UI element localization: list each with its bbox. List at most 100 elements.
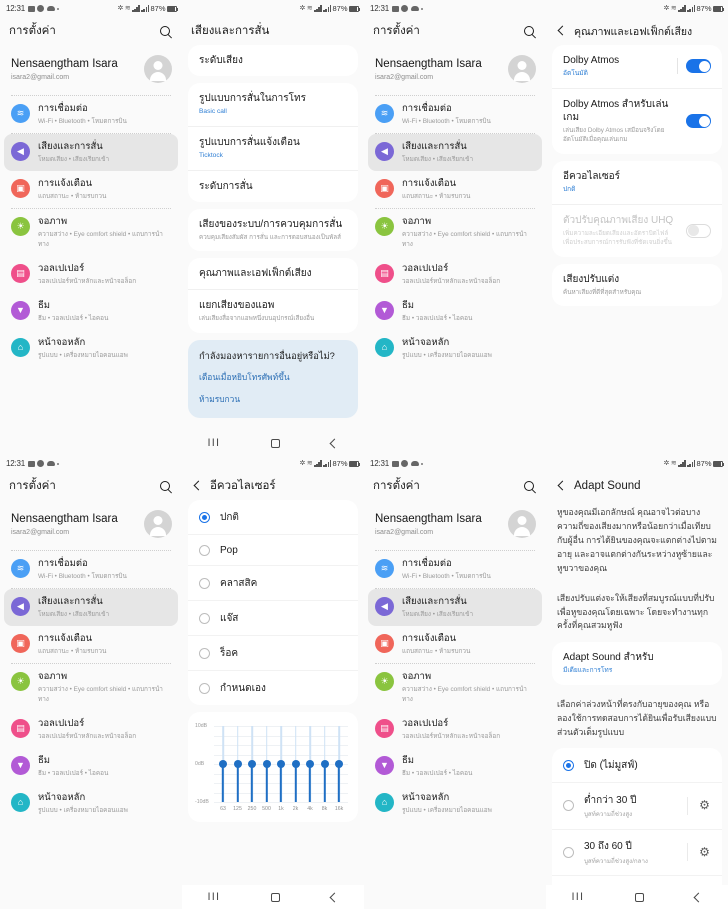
radio-icon[interactable] xyxy=(563,759,574,771)
preset-jazz[interactable]: แจ๊ส xyxy=(188,600,358,635)
home-icon[interactable] xyxy=(635,892,645,902)
row-dolby-atmos[interactable]: Dolby Atmos อัตโนมัติ xyxy=(552,45,722,88)
sidebar-item-home-screen[interactable]: ⌂ หน้าจอหลัก รูปแบบ • เครื่องหมายไอคอนแอ… xyxy=(364,330,546,367)
back-icon[interactable] xyxy=(329,438,340,448)
recents-button[interactable]: III xyxy=(208,437,221,449)
sidebar-item-wallpaper[interactable]: ▤ วอลเปเปอร์ วอลเปเปอร์หน้าหลักและหน้าจอ… xyxy=(0,256,182,293)
settings-body[interactable]: Nensaengtham Isara isara2@gmail.com ≋ กา… xyxy=(0,500,182,909)
radio-icon[interactable] xyxy=(199,612,210,624)
sidebar-item-themes[interactable]: ▼ ธีม ธีม • วอลเปเปอร์ • ไอคอน xyxy=(0,293,182,330)
sidebar-item-sound[interactable]: ◀ เสียงและการสั่น โหมดเสียง • เสียงเรียก… xyxy=(368,589,542,627)
avatar[interactable] xyxy=(508,55,536,83)
search-icon[interactable] xyxy=(522,24,537,39)
back-arrow-icon[interactable] xyxy=(555,22,569,40)
preset-pop[interactable]: Pop xyxy=(188,534,358,565)
sidebar-item-home-screen[interactable]: ⌂ หน้าจอหลัก รูปแบบ • เครื่องหมายไอคอนแอ… xyxy=(0,330,182,367)
row-uhq-upscaler[interactable]: ตัวปรับคุณภาพเสียง UHQ เพิ่มความละเอียดเ… xyxy=(552,203,722,257)
sidebar-item-display[interactable]: ☀ จอภาพ ความสว่าง • Eye comfort shield •… xyxy=(0,209,182,255)
sidebar-item-connections[interactable]: ≋ การเชื่อมต่อ Wi-Fi • Bluetooth • โหมดก… xyxy=(0,551,182,588)
sidebar-item-themes[interactable]: ▼ ธีม ธีม • วอลเปเปอร์ • ไอคอน xyxy=(364,293,546,330)
equalizer-slider[interactable] xyxy=(246,726,258,802)
slider-knob[interactable] xyxy=(262,760,271,768)
dolby-atmos-toggle[interactable] xyxy=(686,59,711,74)
search-icon[interactable] xyxy=(522,479,537,494)
radio-icon[interactable] xyxy=(199,577,210,589)
sidebar-item-themes[interactable]: ▼ ธีม ธีม • วอลเปเปอร์ • ไอคอน xyxy=(364,748,546,785)
gear-icon[interactable]: ⚙ xyxy=(698,799,711,812)
equalizer-slider[interactable] xyxy=(232,726,244,802)
preset-custom[interactable]: กำหนดเอง xyxy=(188,670,358,705)
gear-icon[interactable]: ⚙ xyxy=(698,846,711,859)
account-header[interactable]: Nensaengtham Isara isara2@gmail.com xyxy=(364,500,546,550)
sidebar-item-connections[interactable]: ≋ การเชื่อมต่อ Wi-Fi • Bluetooth • โหมดก… xyxy=(364,96,546,133)
sidebar-item-notifications[interactable]: ▣ การแจ้งเตือน แถบสถานะ • ห้ามรบกวน xyxy=(364,626,546,663)
radio-icon[interactable] xyxy=(563,800,574,812)
equalizer-slider[interactable] xyxy=(275,726,287,802)
equalizer-bands[interactable] xyxy=(214,726,348,802)
preset-classic[interactable]: คลาสสิค xyxy=(188,565,358,600)
row-notification-vibration[interactable]: รูปแบบการสั่นแจ้งเตือน Ticktock xyxy=(188,125,358,170)
avatar[interactable] xyxy=(144,55,172,83)
sidebar-item-display[interactable]: ☀ จอภาพ ความสว่าง • Eye comfort shield •… xyxy=(364,209,546,255)
account-header[interactable]: Nensaengtham Isara isara2@gmail.com xyxy=(0,500,182,550)
equalizer-slider[interactable] xyxy=(290,726,302,802)
slider-knob[interactable] xyxy=(291,760,300,768)
sidebar-item-wallpaper[interactable]: ▤ วอลเปเปอร์ วอลเปเปอร์หน้าหลักและหน้าจอ… xyxy=(364,256,546,293)
row-equalizer[interactable]: อีควอไลเซอร์ ปกติ xyxy=(552,161,722,204)
back-arrow-icon[interactable] xyxy=(555,477,569,495)
avatar[interactable] xyxy=(508,510,536,538)
account-header[interactable]: Nensaengtham Isara isara2@gmail.com xyxy=(0,45,182,95)
slider-knob[interactable] xyxy=(306,760,314,768)
row-call-vibration[interactable]: รูปแบบการสั่นในการโทร Basic call xyxy=(188,83,358,126)
row-adapt-sound[interactable]: เสียงปรับแต่ง ค้นหาเสียงที่ดีที่สุดสำหรั… xyxy=(552,264,722,306)
slider-knob[interactable] xyxy=(277,760,285,768)
sidebar-item-themes[interactable]: ▼ ธีม ธีม • วอลเปเปอร์ • ไอคอน xyxy=(0,748,182,785)
row-dolby-atmos-gaming[interactable]: Dolby Atmos สำหรับเล่นเกม เล่นเสียง Dolb… xyxy=(552,87,722,154)
sidebar-item-sound[interactable]: ◀ เสียงและการสั่น โหมดเสียง • เสียงเรียก… xyxy=(4,589,178,627)
dolby-atmos-gaming-toggle[interactable] xyxy=(686,114,711,129)
settings-body[interactable]: Nensaengtham Isara isara2@gmail.com ≋ กา… xyxy=(0,45,182,455)
row-vibration-intensity[interactable]: ระดับการสั่น xyxy=(188,169,358,202)
sidebar-item-wallpaper[interactable]: ▤ วอลเปเปอร์ วอลเปเปอร์หน้าหลักและหน้าจอ… xyxy=(0,711,182,748)
option-over-60[interactable]: มากกว่า 60 ปี บูสท์ความถี่ทั้งหมด ⚙ xyxy=(552,875,722,885)
slider-knob[interactable] xyxy=(335,760,343,768)
sound-body[interactable]: ระดับเสียง รูปแบบการสั่นในการโทร Basic c… xyxy=(182,45,364,431)
slider-knob[interactable] xyxy=(233,760,242,768)
radio-icon[interactable] xyxy=(199,544,210,556)
back-icon[interactable] xyxy=(693,892,704,902)
suggestion-link-1[interactable]: เตือนเมื่อหยิบโทรศัพท์ขึ้น xyxy=(199,370,347,384)
sound-quality-body[interactable]: Dolby Atmos อัตโนมัติ Dolby Atmos สำหรับ… xyxy=(546,45,728,455)
uhq-upscaler-toggle[interactable] xyxy=(686,223,711,238)
home-icon[interactable] xyxy=(271,892,281,902)
option-30-to-60[interactable]: 30 ถึง 60 ปี บูสท์ความถี่ช่วงสูง/กลาง ⚙ xyxy=(552,828,722,876)
sidebar-item-sound[interactable]: ◀ เสียงและการสั่น โหมดเสียง • เสียงเรียก… xyxy=(4,134,178,172)
preset-rock[interactable]: ร็อค xyxy=(188,635,358,670)
settings-body[interactable]: Nensaengtham Isara isara2@gmail.com ≋ กา… xyxy=(364,45,546,455)
sidebar-item-display[interactable]: ☀ จอภาพ ความสว่าง • Eye comfort shield •… xyxy=(364,664,546,710)
search-icon[interactable] xyxy=(158,24,173,39)
radio-icon[interactable] xyxy=(199,511,210,523)
sidebar-item-home-screen[interactable]: ⌂ หน้าจอหลัก รูปแบบ • เครื่องหมายไอคอนแอ… xyxy=(364,785,546,822)
recents-button[interactable]: III xyxy=(572,891,585,903)
sidebar-item-notifications[interactable]: ▣ การแจ้งเตือน แถบสถานะ • ห้ามรบกวน xyxy=(0,626,182,663)
row-sound-quality-effects[interactable]: คุณภาพและเอฟเฟ็กต์เสียง xyxy=(188,258,358,289)
sidebar-item-connections[interactable]: ≋ การเชื่อมต่อ Wi-Fi • Bluetooth • โหมดก… xyxy=(364,551,546,588)
account-header[interactable]: Nensaengtham Isara isara2@gmail.com xyxy=(364,45,546,95)
equalizer-slider[interactable] xyxy=(261,726,273,802)
avatar[interactable] xyxy=(144,510,172,538)
radio-icon[interactable] xyxy=(563,846,574,858)
home-icon[interactable] xyxy=(271,438,281,448)
radio-icon[interactable] xyxy=(199,647,210,659)
recents-button[interactable]: III xyxy=(208,891,221,903)
radio-icon[interactable] xyxy=(199,682,210,694)
equalizer-body[interactable]: ปกติ Pop คลาสสิค แจ๊ส ร็อค กำหนดเอง 10dB… xyxy=(182,500,364,885)
sidebar-item-notifications[interactable]: ▣ การแจ้งเตือน แถบสถานะ • ห้ามรบกวน xyxy=(364,171,546,208)
equalizer-slider[interactable] xyxy=(217,726,229,802)
sidebar-item-notifications[interactable]: ▣ การแจ้งเตือน แถบสถานะ • ห้ามรบกวน xyxy=(0,171,182,208)
sidebar-item-home-screen[interactable]: ⌂ หน้าจอหลัก รูปแบบ • เครื่องหมายไอคอนแอ… xyxy=(0,785,182,822)
preset-normal[interactable]: ปกติ xyxy=(188,500,358,534)
slider-knob[interactable] xyxy=(320,760,329,768)
settings-body[interactable]: Nensaengtham Isara isara2@gmail.com ≋ กา… xyxy=(364,500,546,909)
row-adapt-sound-for[interactable]: Adapt Sound สำหรับ มีเดียและการโทร xyxy=(552,642,722,685)
equalizer-slider[interactable] xyxy=(333,726,345,802)
